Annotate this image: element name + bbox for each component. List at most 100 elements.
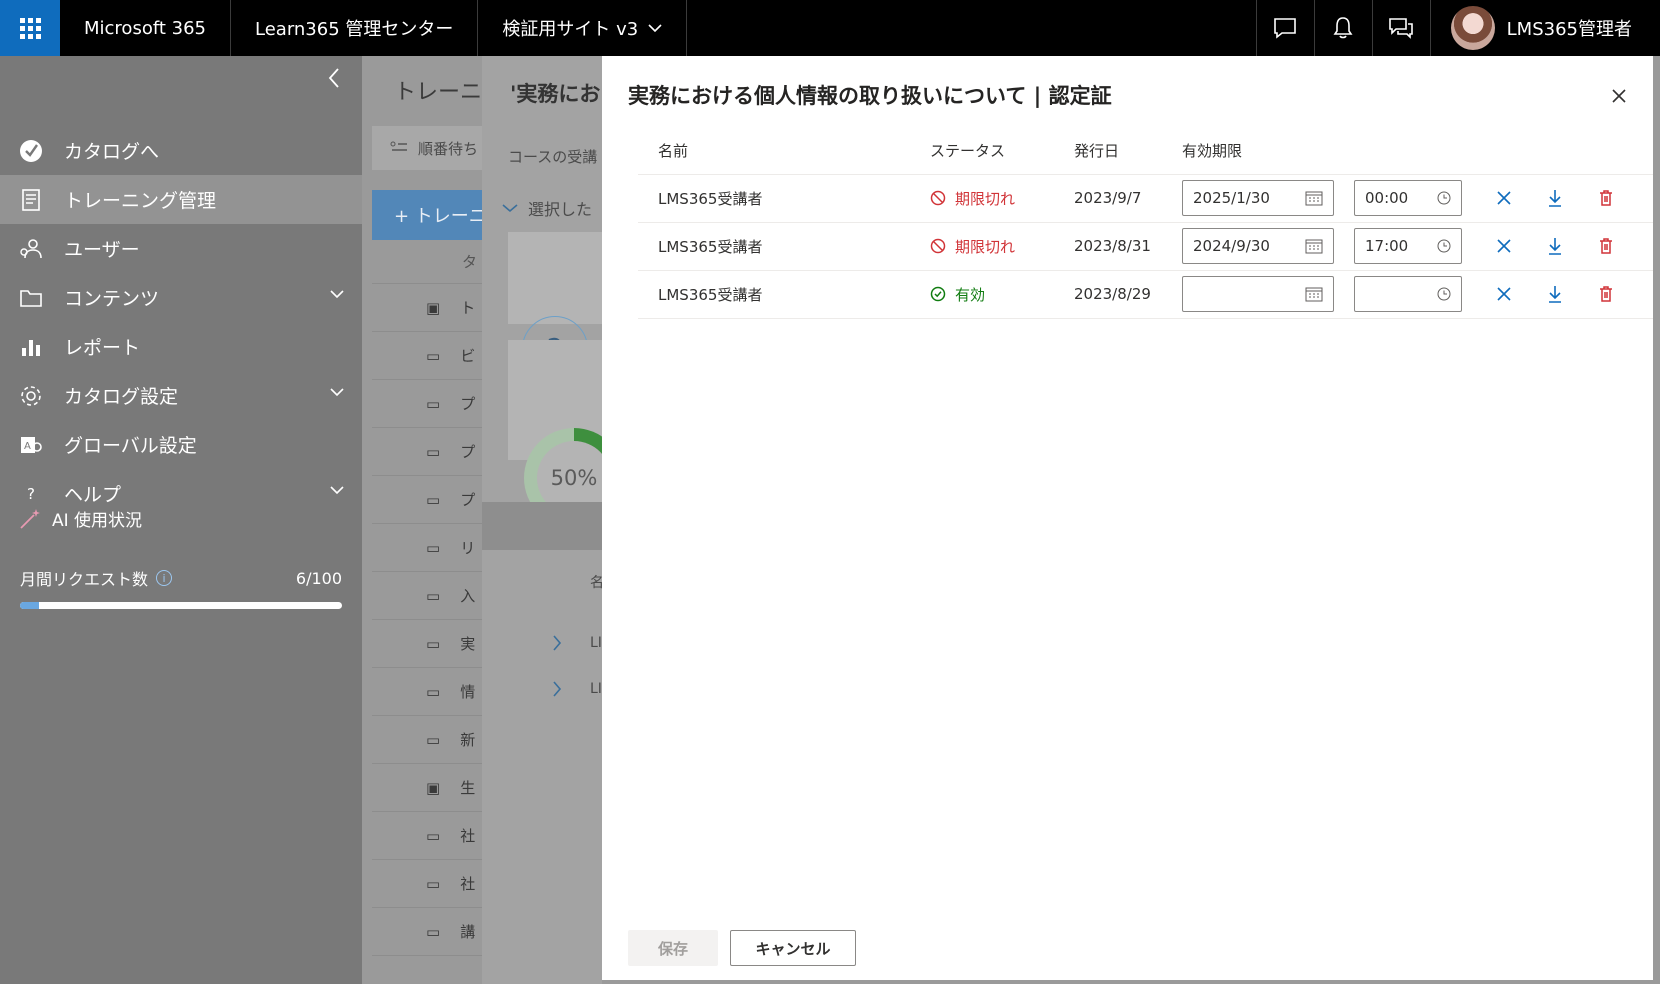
expiry-time-input[interactable]: [1354, 276, 1462, 312]
table-row[interactable]: LI: [552, 680, 602, 698]
collapse-sidebar-button[interactable]: [322, 66, 346, 90]
delete-button[interactable]: [1594, 282, 1618, 306]
monthly-requests-bar: [20, 602, 342, 609]
status-text: 期限切れ: [955, 189, 1016, 208]
column-header-issued: 発行日: [1054, 128, 1162, 175]
sidebar-item-training[interactable]: トレーニング管理: [0, 175, 362, 224]
queue-label: 順番待ち: [418, 139, 479, 158]
chevron-down-icon[interactable]: [330, 387, 344, 397]
monitor-icon: ▭: [426, 442, 441, 461]
column-header-expiry: 有効期限: [1162, 128, 1334, 175]
expiry-time-value: 17:00: [1365, 237, 1409, 255]
issued-date: 2023/8/31: [1054, 222, 1162, 271]
bell-icon: [1333, 17, 1353, 39]
status-badge: 期限切れ: [930, 188, 1054, 209]
sidebar-item-label: ユーザー: [64, 239, 140, 261]
list-item-label: プ: [460, 491, 476, 509]
sidebar-item-catalog[interactable]: カタログへ: [0, 126, 362, 175]
calendar-icon[interactable]: [1305, 238, 1323, 254]
monitor-icon: ▭: [426, 682, 441, 701]
chevron-down-icon[interactable]: [330, 485, 344, 495]
selected-toggle[interactable]: 選択した: [502, 196, 592, 220]
trash-icon: [1600, 238, 1612, 254]
expiry-time-value: 00:00: [1365, 189, 1409, 207]
chevron-down-icon: [502, 204, 518, 213]
folder-icon: ▭: [426, 346, 441, 365]
expiry-time-input[interactable]: 17:00: [1354, 228, 1462, 264]
monitor-icon: ▭: [426, 538, 441, 557]
monitor-icon: ▭: [426, 634, 441, 653]
status-badge: 期限切れ: [930, 236, 1054, 257]
certificate-panel: 実務における個人情報の取り扱いについて | 認定証 名前 ステータス 発行日 有…: [602, 56, 1653, 980]
expiry-date-cell: 2025/1/30: [1162, 174, 1334, 223]
calendar-icon[interactable]: [1305, 190, 1323, 206]
expiry-date-input[interactable]: [1182, 276, 1334, 312]
clock-icon[interactable]: [1437, 239, 1451, 253]
clock-icon[interactable]: [1437, 191, 1451, 205]
chevron-down-icon[interactable]: [330, 289, 344, 299]
table-row[interactable]: LI: [552, 634, 602, 652]
notifications-button[interactable]: [1313, 0, 1372, 56]
status-badge: 有効: [930, 284, 1054, 305]
download-icon: [1549, 190, 1561, 207]
learner-name: LMS365受講者: [638, 270, 910, 319]
site-selector[interactable]: 検証用サイト v3: [478, 0, 688, 56]
sidebar-item-global-settings[interactable]: A グローバル設定: [0, 420, 362, 469]
list-item-label: リ: [460, 539, 476, 557]
info-icon[interactable]: i: [156, 570, 173, 586]
sidebar: カタログへ トレーニング管理 ユーザー コンテンツ レポート カタログ設定 A …: [0, 56, 362, 984]
trash-icon: [1600, 286, 1612, 302]
expiry-time-cell: [1334, 270, 1462, 319]
trash-icon: [1600, 190, 1612, 206]
clear-expiry-button[interactable]: [1492, 186, 1516, 210]
expiry-time-cell: 17:00: [1334, 222, 1462, 271]
admin-center-title[interactable]: Learn365 管理センター: [231, 0, 479, 56]
delete-button[interactable]: [1594, 234, 1618, 258]
list-icon: [390, 141, 407, 151]
cancel-button[interactable]: キャンセル: [730, 930, 856, 966]
sidebar-item-label: カタログへ: [64, 141, 160, 163]
monthly-requests-bar-fill: [20, 602, 40, 609]
save-button[interactable]: 保存: [628, 930, 718, 966]
clear-expiry-button[interactable]: [1492, 282, 1516, 306]
list-item-label: 情: [460, 683, 476, 701]
course-icon: ▣: [426, 298, 441, 317]
check-circle-icon: [18, 138, 44, 164]
feedback-button[interactable]: [1255, 0, 1314, 56]
sidebar-item-users[interactable]: ユーザー: [0, 224, 362, 273]
chevron-right-icon: [553, 635, 562, 651]
download-button[interactable]: [1543, 186, 1567, 210]
clear-expiry-button[interactable]: [1492, 234, 1516, 258]
conversations-button[interactable]: [1371, 0, 1430, 56]
user-menu[interactable]: LMS365管理者: [1429, 0, 1660, 56]
monitor-icon: ▭: [426, 826, 441, 845]
list-item-label: ビ: [460, 347, 476, 365]
delete-button[interactable]: [1594, 186, 1618, 210]
sidebar-item-catalog-settings[interactable]: カタログ設定: [0, 371, 362, 420]
app-name[interactable]: Microsoft 365: [60, 0, 231, 56]
sidebar-item-reports[interactable]: レポート: [0, 322, 362, 371]
calendar-icon[interactable]: [1305, 286, 1323, 302]
close-button[interactable]: [1607, 84, 1631, 108]
table-row: LMS365受講者 期限切れ 2023/9/7 2025/1/30 00:00: [638, 174, 1653, 223]
download-button[interactable]: [1543, 282, 1567, 306]
list-item-label: 生: [460, 779, 476, 797]
column-header-name: 名前: [638, 128, 910, 175]
svg-text:A: A: [24, 441, 31, 452]
expiry-date-input[interactable]: 2025/1/30: [1182, 180, 1334, 216]
sidebar-item-content[interactable]: コンテンツ: [0, 273, 362, 322]
download-button[interactable]: [1543, 234, 1567, 258]
expiry-date-value: 2024/9/30: [1193, 237, 1270, 255]
expiry-date-input[interactable]: 2024/9/30: [1182, 228, 1334, 264]
expiry-date-cell: 2024/9/30: [1162, 222, 1334, 271]
app-launcher-button[interactable]: [0, 0, 60, 56]
actions-cell: [1462, 270, 1653, 319]
sidebar-item-label: ヘルプ: [64, 484, 122, 506]
status-cell: 有効: [910, 270, 1054, 319]
table-row: LMS365受講者 期限切れ 2023/8/31 2024/9/30 17:00: [638, 222, 1653, 271]
panel-title: 実務における個人情報の取り扱いについて | 認定証: [628, 84, 1112, 108]
expiry-time-input[interactable]: 00:00: [1354, 180, 1462, 216]
course-panel-title: '実務にお: [510, 82, 601, 106]
chat-icon: [1274, 18, 1296, 39]
clock-icon[interactable]: [1437, 287, 1451, 301]
